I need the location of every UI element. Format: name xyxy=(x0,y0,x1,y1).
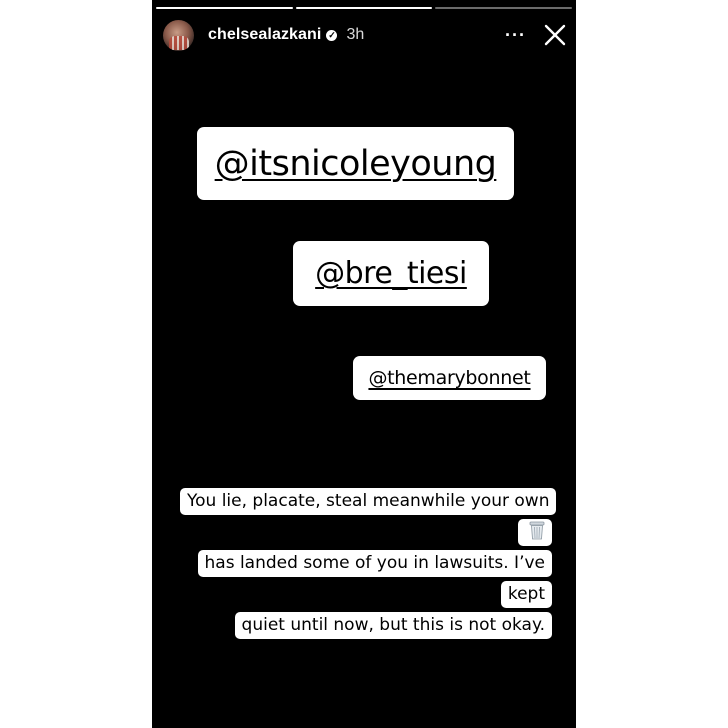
username[interactable]: chelsealazkani xyxy=(208,26,321,44)
story-viewer[interactable]: chelsealazkani ✓ 3h ··· @itsnicoleyoung … xyxy=(152,0,576,728)
close-icon[interactable] xyxy=(544,24,566,46)
mention-sticker[interactable]: @itsnicoleyoung xyxy=(197,127,514,200)
caption-line: has landed some of you in lawsuits. I’ve… xyxy=(180,548,552,610)
mention-sticker[interactable]: @themarybonnet xyxy=(353,356,546,400)
verified-badge-icon: ✓ xyxy=(326,29,338,41)
caption-text: quiet until now, but this is not okay. xyxy=(234,612,552,639)
mention-sticker[interactable]: @bre_tiesi xyxy=(293,241,489,306)
mention-label[interactable]: @themarybonnet xyxy=(368,367,530,389)
caption-line: quiet until now, but this is not okay. xyxy=(180,610,552,641)
caption-line: You lie, placate, steal meanwhile your o… xyxy=(180,486,557,548)
caption-text: has landed some of you in lawsuits. I’ve… xyxy=(197,550,552,608)
progress-segment-fill xyxy=(156,7,293,9)
progress-segment-fill xyxy=(295,7,433,9)
progress-segment xyxy=(435,7,573,9)
progress-segment xyxy=(295,7,433,9)
caption-line-box: You lie, placate, steal meanwhile your o… xyxy=(180,488,557,546)
post-time: 3h xyxy=(346,26,365,43)
caption-text: You lie, placate, steal meanwhile your o… xyxy=(187,491,550,511)
more-horizontal-icon[interactable]: ··· xyxy=(505,26,526,44)
avatar[interactable] xyxy=(163,19,194,51)
mention-label[interactable]: @bre_tiesi xyxy=(315,256,467,291)
story-header: chelsealazkani ✓ 3h ··· xyxy=(163,19,566,51)
wastebasket-icon xyxy=(529,521,545,540)
story-caption: You lie, placate, steal meanwhile your o… xyxy=(180,486,557,641)
story-progress xyxy=(156,7,573,10)
mention-label[interactable]: @itsnicoleyoung xyxy=(215,144,497,184)
progress-segment xyxy=(156,7,293,9)
